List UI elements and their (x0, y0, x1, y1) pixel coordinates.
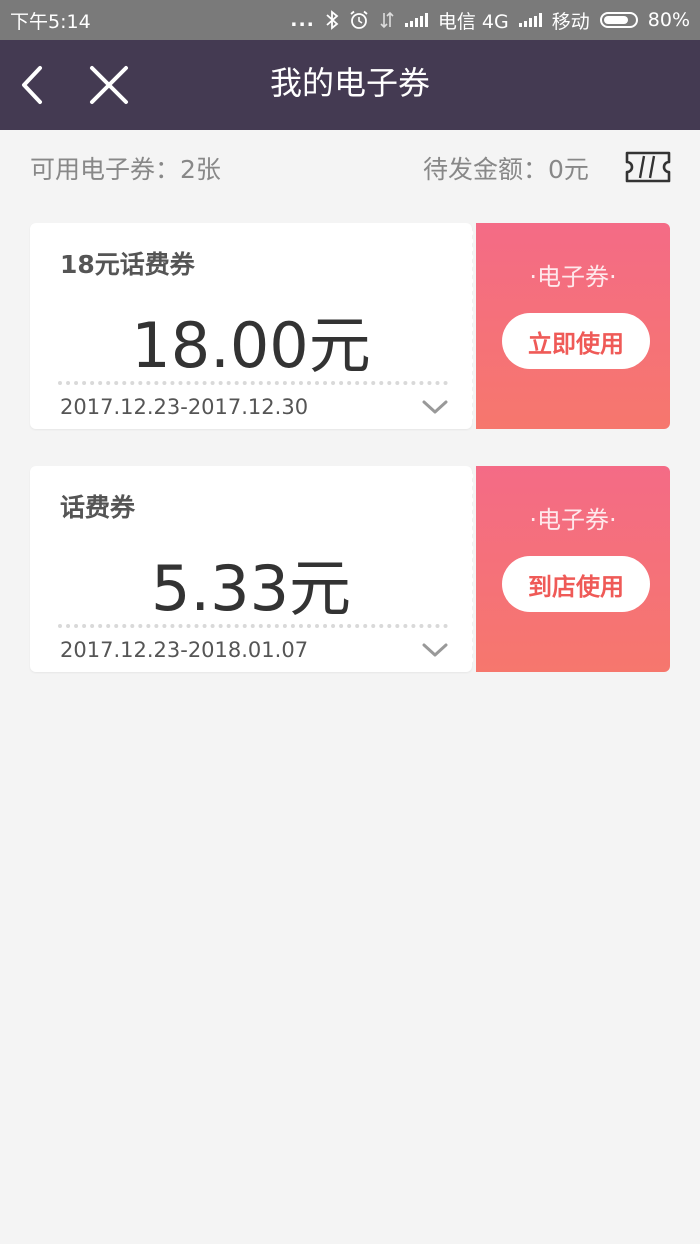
bluetooth-icon (326, 10, 339, 30)
status-bar: 下午5:14 ... 电信 4G 移动 80% (0, 0, 700, 40)
coupon-period: 2017.12.23-2018.01.07 (60, 638, 309, 662)
use-in-store-button[interactable]: 到店使用 (502, 556, 650, 612)
chevron-down-icon (422, 643, 448, 657)
signal-icon-2 (518, 13, 542, 27)
data-transfer-icon (380, 11, 394, 29)
coupon-stub: ·电子券· 到店使用 (476, 466, 670, 672)
coupon-divider (58, 624, 448, 628)
more-dots: ... (290, 9, 315, 31)
status-right: ... 电信 4G 移动 80% (290, 7, 690, 34)
close-icon (90, 66, 128, 104)
expand-button[interactable] (419, 395, 451, 419)
coupon-perforation (470, 229, 480, 423)
chevron-left-icon (22, 66, 42, 104)
back-button[interactable] (14, 60, 64, 110)
battery-icon (599, 12, 638, 28)
coupon-card: 话费券 5.33元 2017.12.23-2018.01.07 ·电子券· 到店… (30, 466, 670, 674)
close-button[interactable] (84, 60, 134, 110)
stub-label: ·电子券· (529, 263, 617, 291)
coupon-stub: ·电子券· 立即使用 (476, 223, 670, 429)
coupon-name: 话费券 (60, 493, 136, 522)
coupon-divider (58, 381, 448, 385)
carrier1: 电信 4G (437, 10, 509, 33)
coupon-main: 话费券 5.33元 2017.12.23-2018.01.07 (30, 466, 472, 672)
coupon-name: 18元话费券 (60, 250, 195, 279)
pending-amount: 待发金额：0元 (423, 155, 589, 184)
chevron-down-icon (422, 400, 448, 414)
coupon-card: 18元话费券 18.00元 2017.12.23-2017.12.30 ·电子券… (30, 223, 670, 431)
coupon-amount: 18.00元 (131, 309, 371, 382)
coupon-amount: 5.33元 (150, 552, 352, 625)
alarm-icon (350, 10, 368, 29)
signal-icon (404, 13, 428, 27)
carrier2: 移动 (551, 10, 590, 33)
coupon-perforation (470, 472, 480, 666)
ticket-button[interactable] (624, 150, 672, 184)
status-time: 下午5:14 (10, 10, 91, 33)
summary-bar: 可用电子券：2张 待发金额：0元 (0, 130, 700, 202)
use-now-button[interactable]: 立即使用 (502, 313, 650, 369)
ticket-icon (625, 151, 671, 183)
coupon-main: 18元话费券 18.00元 2017.12.23-2017.12.30 (30, 223, 472, 429)
available-count: 可用电子券：2张 (30, 155, 221, 184)
navbar: 我的电子券 (0, 40, 700, 130)
expand-button[interactable] (419, 638, 451, 662)
stub-label: ·电子券· (529, 506, 617, 534)
coupon-period: 2017.12.23-2017.12.30 (60, 395, 309, 419)
battery-percent: 80% (647, 9, 690, 31)
